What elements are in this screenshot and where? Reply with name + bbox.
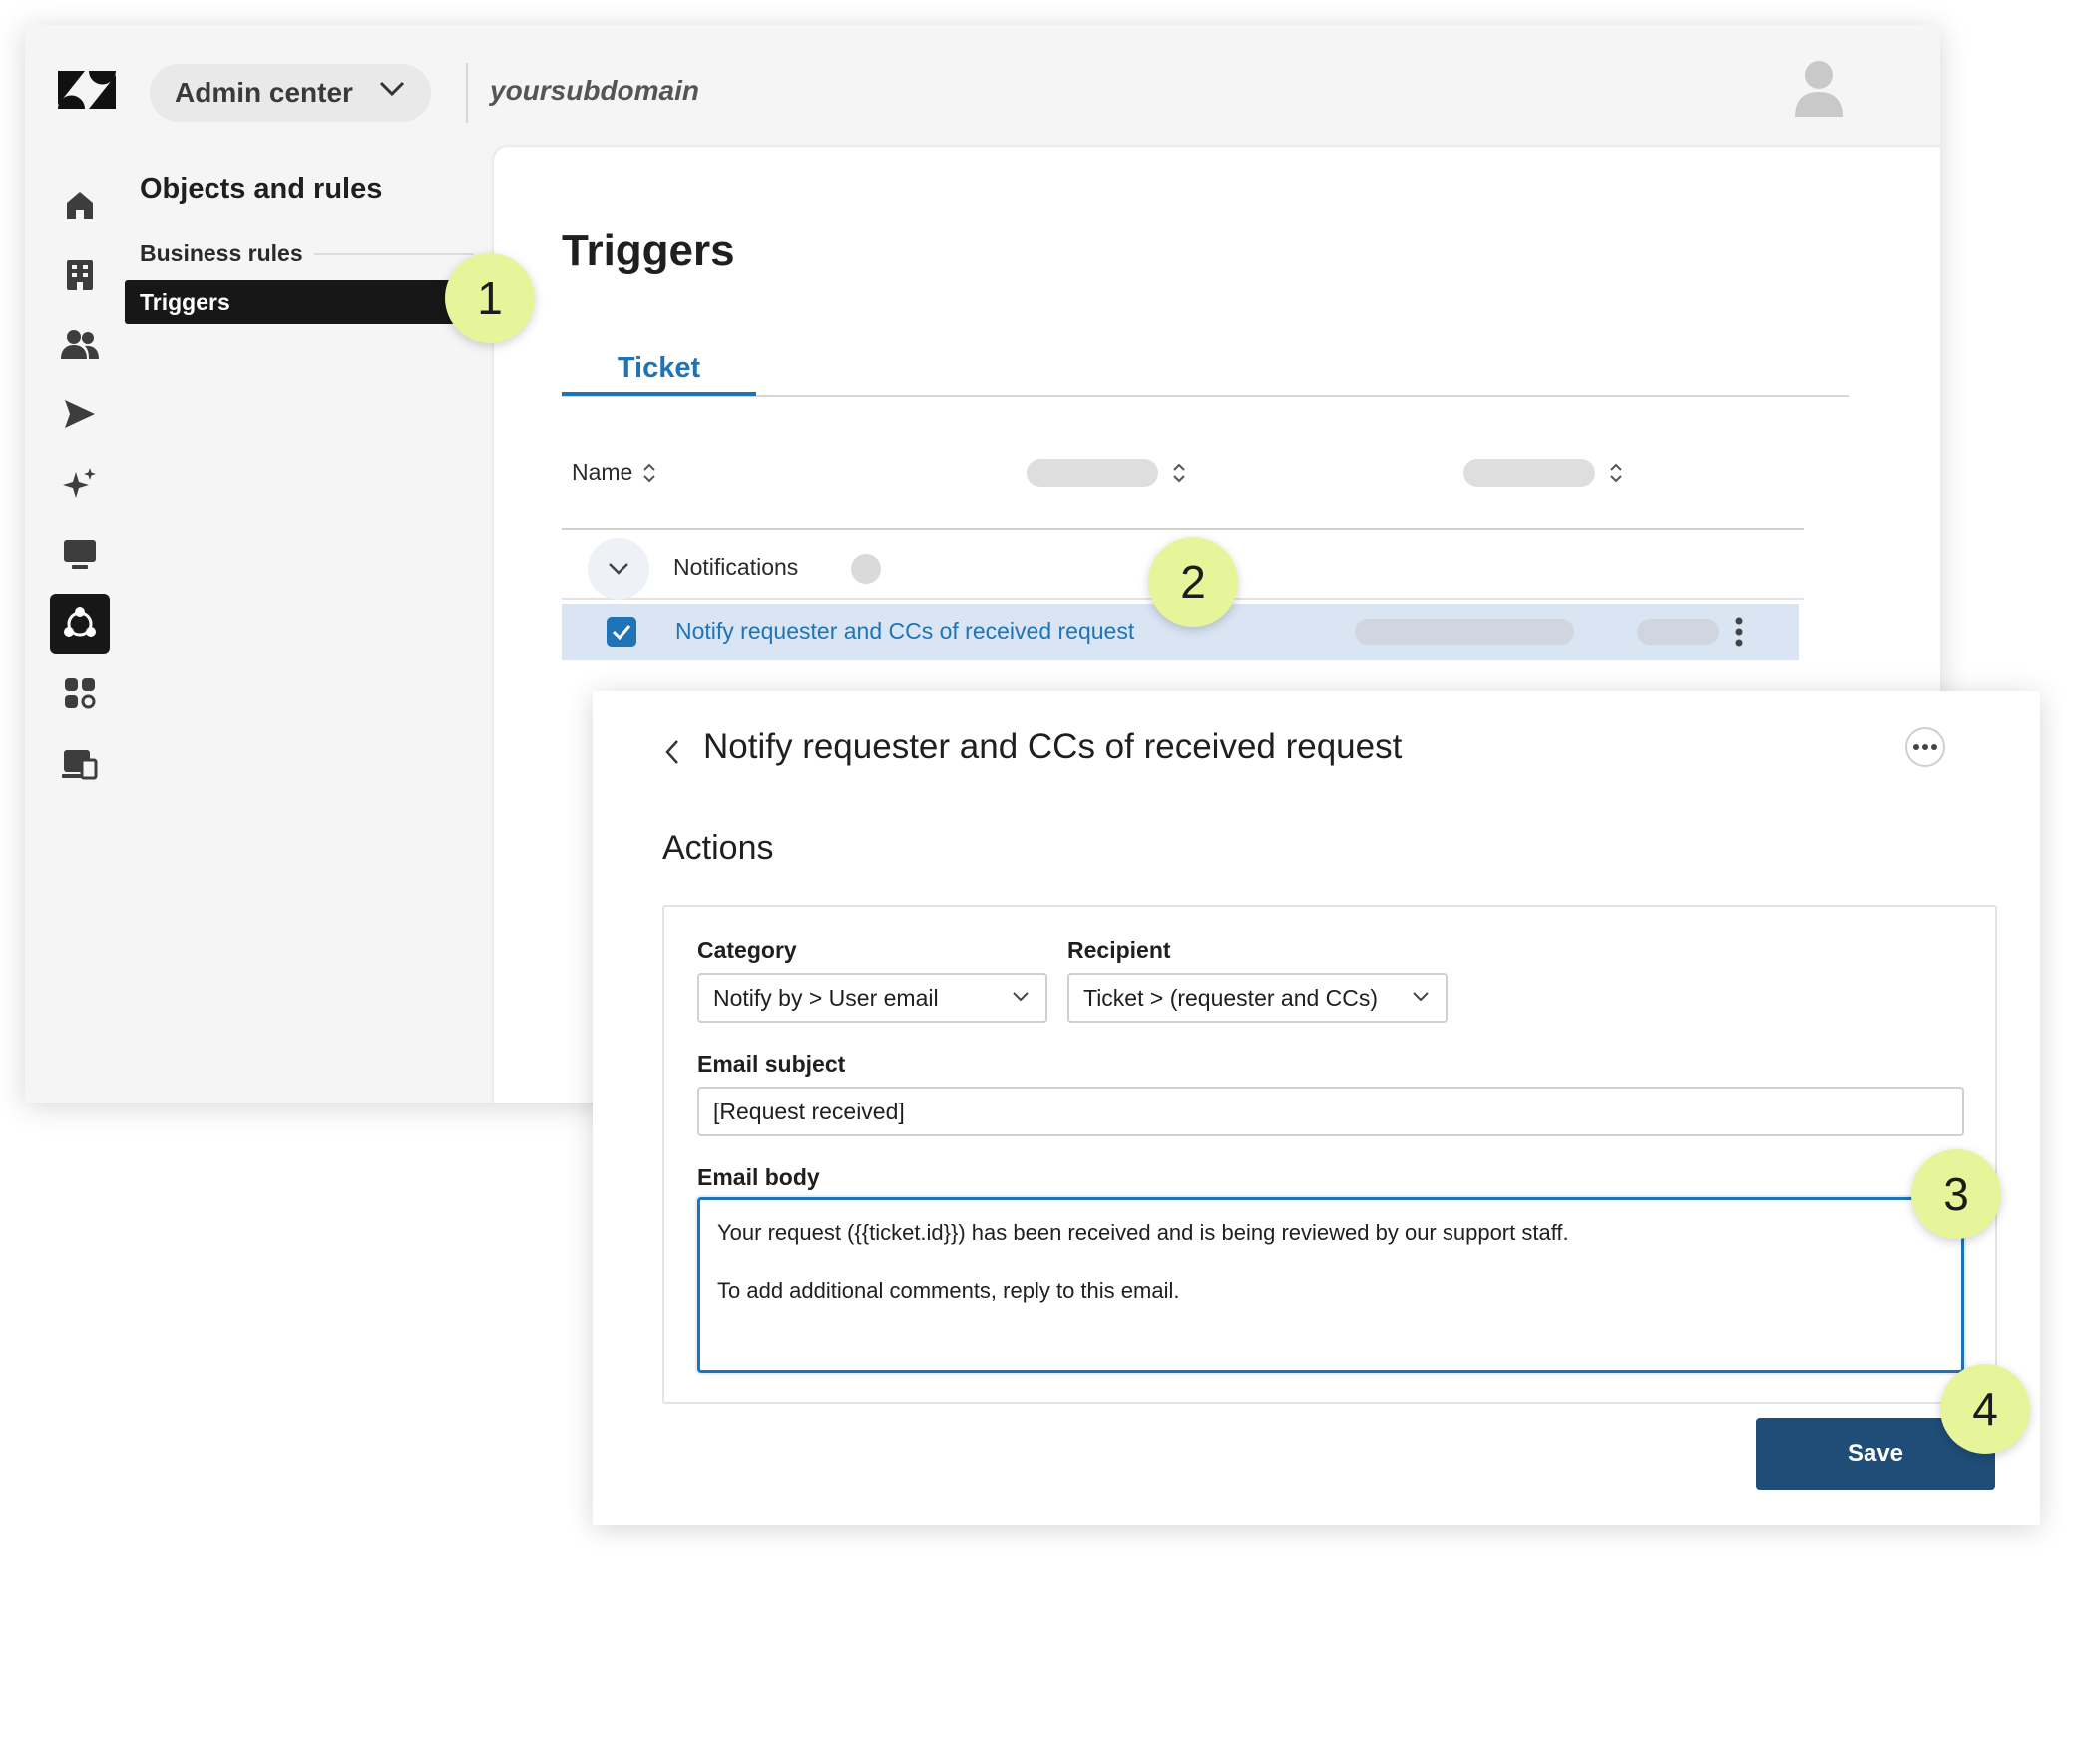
group-expand-toggle[interactable] bbox=[588, 538, 649, 600]
nav-ai[interactable] bbox=[50, 454, 110, 514]
product-switcher[interactable]: Admin center bbox=[150, 64, 431, 122]
recipient-label: Recipient bbox=[1067, 937, 1171, 963]
nav-home[interactable] bbox=[50, 175, 110, 234]
apps-integrations-icon bbox=[65, 678, 96, 709]
group-label: Notifications bbox=[673, 554, 799, 580]
email-subject-input[interactable]: [Request received] bbox=[697, 1087, 1964, 1136]
header-divider bbox=[466, 63, 468, 123]
email-body-line: To add additional comments, reply to thi… bbox=[717, 1278, 1180, 1303]
subnav-item-label: Triggers bbox=[140, 288, 230, 315]
user-avatar-icon[interactable] bbox=[1793, 59, 1845, 119]
email-subject-label: Email subject bbox=[697, 1051, 846, 1077]
step-badge-3: 3 bbox=[1911, 1149, 2001, 1239]
email-subject-value: [Request received] bbox=[713, 1098, 905, 1124]
subnav-divider bbox=[314, 253, 474, 255]
building-icon bbox=[67, 260, 93, 290]
back-chevron-icon[interactable] bbox=[664, 739, 680, 765]
sort-icon[interactable] bbox=[1609, 462, 1623, 484]
workspaces-icon bbox=[64, 540, 96, 569]
chevron-down-icon bbox=[1013, 992, 1029, 1002]
trigger-title: Notify requester and CCs of received req… bbox=[703, 727, 1403, 766]
recipient-select[interactable]: Ticket > (requester and CCs) bbox=[1067, 973, 1448, 1023]
row-cell-placeholder bbox=[1355, 619, 1574, 645]
trigger-name-link[interactable]: Notify requester and CCs of received req… bbox=[675, 618, 1134, 645]
top-bar: Admin center yoursubdomain bbox=[25, 25, 1940, 145]
channels-icon bbox=[65, 400, 95, 428]
tab-ticket[interactable]: Ticket bbox=[562, 344, 756, 392]
more-horizontal-icon bbox=[1913, 744, 1937, 750]
category-select[interactable]: Notify by > User email bbox=[697, 973, 1047, 1023]
step-badge-4: 4 bbox=[1940, 1364, 2030, 1454]
subnav-section-business-rules[interactable]: Business rules bbox=[140, 240, 303, 267]
group-count-placeholder bbox=[851, 554, 881, 584]
chevron-down-icon bbox=[1413, 992, 1429, 1002]
category-value: Notify by > User email bbox=[713, 984, 939, 1011]
category-label: Category bbox=[697, 937, 797, 963]
overflow-menu-icon[interactable] bbox=[1734, 616, 1744, 648]
nav-channels[interactable] bbox=[50, 384, 110, 444]
action-card: Category Notify by > User email Recipien… bbox=[662, 905, 1997, 1404]
trigger-detail-panel: Notify requester and CCs of received req… bbox=[593, 691, 2040, 1525]
objects-rules-icon bbox=[64, 607, 96, 637]
checkmark-icon bbox=[612, 625, 631, 640]
nav-workspaces[interactable] bbox=[50, 524, 110, 584]
people-icon bbox=[61, 330, 99, 359]
column-header-placeholder bbox=[1463, 459, 1595, 487]
product-switcher-label: Admin center bbox=[175, 77, 353, 108]
email-body-line: Your request ({{ticket.id}}) has been re… bbox=[717, 1220, 1569, 1245]
email-body-label: Email body bbox=[697, 1164, 820, 1190]
step-badge-2: 2 bbox=[1148, 537, 1238, 627]
actions-heading: Actions bbox=[662, 829, 774, 867]
nav-objects-rules[interactable] bbox=[50, 594, 110, 654]
subnav-title: Objects and rules bbox=[140, 173, 383, 205]
row-checkbox[interactable] bbox=[607, 617, 636, 647]
subdomain-label: yoursubdomain bbox=[490, 75, 700, 106]
recipient-value: Ticket > (requester and CCs) bbox=[1083, 984, 1379, 1011]
nav-account-settings[interactable] bbox=[50, 733, 110, 793]
more-options-button[interactable] bbox=[1905, 727, 1945, 767]
row-cell-placeholder bbox=[1637, 619, 1719, 645]
sort-icon[interactable] bbox=[1172, 462, 1186, 484]
chevron-down-icon bbox=[379, 81, 405, 97]
chevron-down-icon bbox=[609, 563, 628, 575]
tab-selected-indicator bbox=[562, 392, 756, 396]
account-icon bbox=[62, 750, 98, 780]
column-header-name[interactable]: Name bbox=[572, 459, 656, 486]
email-body-textarea[interactable]: Your request ({{ticket.id}}) has been re… bbox=[697, 1197, 1964, 1373]
nav-apps[interactable] bbox=[50, 663, 110, 723]
zendesk-logo-icon[interactable] bbox=[58, 67, 116, 113]
home-icon bbox=[67, 192, 93, 219]
sort-icon bbox=[643, 463, 656, 482]
ai-sparkle-icon bbox=[63, 468, 96, 498]
column-header-label: Name bbox=[572, 459, 633, 485]
nav-people[interactable] bbox=[50, 314, 110, 374]
table-header-rule bbox=[562, 528, 1804, 530]
subnav-item-triggers[interactable]: Triggers bbox=[125, 280, 484, 324]
column-header-placeholder bbox=[1027, 459, 1158, 487]
page-title: Triggers bbox=[562, 226, 735, 275]
step-badge-1: 1 bbox=[445, 253, 535, 343]
nav-account[interactable] bbox=[50, 244, 110, 304]
